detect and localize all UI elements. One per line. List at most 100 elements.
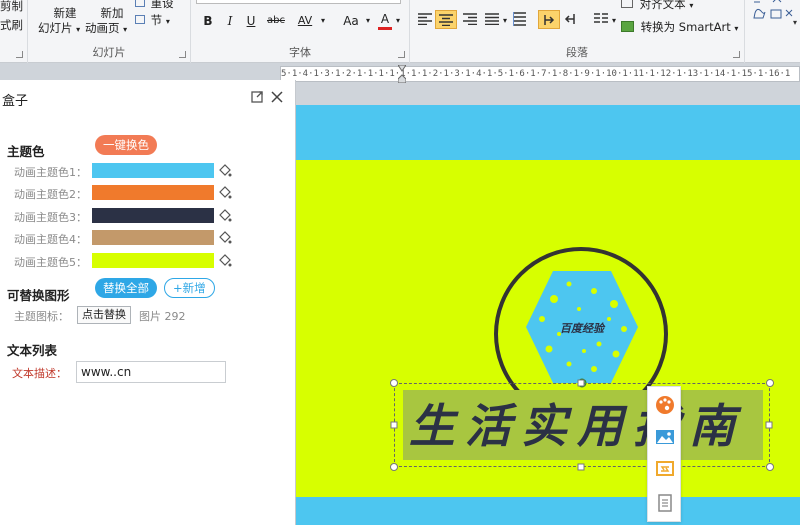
font-group: B I U abc AV ▾ Aa ▾ A ▾ 字体 <box>191 0 410 63</box>
replace-icon[interactable] <box>655 459 675 479</box>
chevron-down-icon[interactable]: ▾ <box>394 12 402 30</box>
image-name: 图片 292 <box>139 310 186 323</box>
chevron-down-icon[interactable]: ▾ <box>501 12 509 30</box>
smartart-icon <box>621 21 634 32</box>
theme-color-label-5: 动画主题色5： <box>14 256 87 269</box>
clipboard-group: 剪制 式刷 <box>0 0 28 63</box>
text-direction-ltr-button[interactable] <box>538 10 560 29</box>
floating-toolbar <box>647 386 681 522</box>
slides-group-label: 幻灯片 <box>92 46 126 59</box>
paint-bucket-icon[interactable] <box>218 164 232 178</box>
align-text-button[interactable]: 对齐文本 ▾ <box>621 0 693 12</box>
one-click-recolor-button[interactable]: 一键换色 <box>95 135 157 155</box>
cut-button[interactable]: 剪制 <box>0 0 23 14</box>
chevron-down-icon: ▾ <box>689 1 694 10</box>
panel-title: 盒子 <box>2 94 29 109</box>
new-anim-line1: 新加 <box>100 6 124 20</box>
theme-color-swatch-4[interactable] <box>92 230 214 245</box>
underline-button[interactable]: U <box>244 12 258 30</box>
new-slide-dropdown[interactable]: 幻灯片 ▾ <box>38 20 80 36</box>
char-spacing-button[interactable]: AV <box>293 12 317 30</box>
justify-icon[interactable] <box>485 13 499 25</box>
reset-icon <box>135 0 145 7</box>
new-anim-line2: 动画页 <box>85 21 120 35</box>
align-text-label: 对齐文本 <box>639 0 686 11</box>
horizontal-ruler[interactable]: 5·1·4·1·3·1·2·1·1·1·1·1·1·1·2·1·3·1·4·1·… <box>280 66 800 82</box>
theme-color-label-4: 动画主题色4： <box>14 233 87 246</box>
text-list-heading: 文本列表 <box>7 343 58 358</box>
font-color-button[interactable]: A <box>378 12 392 30</box>
new-anim-page-dropdown[interactable]: 动画页 ▾ <box>85 20 127 36</box>
replace-all-button[interactable]: 替换全部 <box>95 278 157 298</box>
rtl-icon[interactable] <box>564 13 576 25</box>
theme-color-swatch-5[interactable] <box>92 253 214 268</box>
align-left-icon[interactable] <box>418 13 432 25</box>
text-desc-input[interactable]: www..cn <box>76 361 226 383</box>
paint-bucket-icon[interactable] <box>218 231 232 245</box>
reset-label: 重设 <box>150 0 174 10</box>
font-launcher-icon[interactable] <box>398 51 405 58</box>
animation-box-panel: 盒子 主题色 一键换色 动画主题色1： 动画主题色2： 动画主题色3： 动画主题… <box>0 80 296 525</box>
picture-icon[interactable] <box>655 427 675 447</box>
paint-bucket-icon[interactable] <box>218 254 232 268</box>
smartart-label: 转换为 SmartArt <box>640 20 731 34</box>
section-label: 节 <box>150 13 163 27</box>
hexagon-badge[interactable]: 百度经验 <box>524 269 640 389</box>
change-case-button[interactable]: Aa <box>339 12 363 30</box>
palette-icon[interactable] <box>655 395 675 415</box>
align-text-icon <box>621 0 633 8</box>
ribbon: 剪制 式刷 新建 幻灯片 ▾ 新加 动画页 ▾ 重设 节 ▾ 幻灯片 B I U… <box>0 0 800 63</box>
slides-launcher-icon[interactable] <box>179 51 186 58</box>
shapes-gallery-icon[interactable] <box>751 0 799 26</box>
chevron-down-icon: ▾ <box>734 24 739 33</box>
font-name-field[interactable] <box>196 0 401 4</box>
columns-icon[interactable] <box>594 13 608 25</box>
paint-bucket-icon[interactable] <box>218 209 232 223</box>
section-icon <box>135 15 145 24</box>
chevron-down-icon: ▾ <box>165 17 170 26</box>
indent-marker-icon[interactable] <box>398 65 406 83</box>
bold-button[interactable]: B <box>201 12 215 30</box>
theme-color-swatch-2[interactable] <box>92 185 214 200</box>
align-center-icon <box>439 14 453 26</box>
chevron-down-icon: ▾ <box>76 25 81 34</box>
slide-top-band <box>296 105 800 160</box>
new-slide-button[interactable]: 新建 <box>47 5 83 21</box>
ltr-icon <box>544 15 555 25</box>
italic-button[interactable]: I <box>223 12 237 30</box>
theme-color-label-1: 动画主题色1： <box>14 166 87 179</box>
font-group-label: 字体 <box>289 46 311 59</box>
chevron-down-icon[interactable]: ▾ <box>319 12 327 30</box>
text-desc-label: 文本描述： <box>12 367 67 380</box>
strikethrough-button[interactable]: abc <box>263 12 289 30</box>
new-anim-page-button[interactable]: 新加 <box>94 5 130 21</box>
close-icon[interactable] <box>269 89 285 105</box>
click-replace-button[interactable]: 点击替换 <box>77 306 131 324</box>
clipboard-launcher-icon[interactable] <box>16 51 23 58</box>
distribute-icon[interactable] <box>513 12 527 26</box>
slide-canvas[interactable]: 百度经验 生活实用指南 <box>296 105 800 525</box>
chevron-down-icon[interactable]: ▾ <box>610 12 618 30</box>
theme-color-swatch-1[interactable] <box>92 163 214 178</box>
align-center-button[interactable] <box>435 10 457 29</box>
undock-icon[interactable] <box>249 89 265 105</box>
chevron-down-icon[interactable]: ▾ <box>793 18 797 27</box>
convert-smartart-button[interactable]: 转换为 SmartArt ▾ <box>621 19 738 35</box>
document-icon[interactable] <box>655 493 675 513</box>
theme-color-label-3: 动画主题色3： <box>14 211 87 224</box>
add-new-button[interactable]: +新增 <box>164 278 215 298</box>
theme-color-label-2: 动画主题色2： <box>14 188 87 201</box>
theme-color-swatch-3[interactable] <box>92 208 214 223</box>
format-painter-button[interactable]: 式刷 <box>0 17 23 33</box>
theme-color-heading: 主题色 <box>7 144 45 159</box>
paragraph-group: ▾ ▾ 对齐文本 ▾ 转换为 SmartArt ▾ 段落 <box>410 0 745 63</box>
reset-button[interactable]: 重设 <box>135 0 174 11</box>
chevron-down-icon: ▾ <box>123 25 128 34</box>
align-right-icon[interactable] <box>463 13 477 25</box>
paragraph-launcher-icon[interactable] <box>733 51 740 58</box>
paint-bucket-icon[interactable] <box>218 186 232 200</box>
chevron-down-icon[interactable]: ▾ <box>364 12 372 30</box>
replaceable-shapes-heading: 可替换图形 <box>7 288 70 303</box>
section-button[interactable]: 节 ▾ <box>135 12 170 28</box>
selection-handles[interactable] <box>390 379 776 473</box>
